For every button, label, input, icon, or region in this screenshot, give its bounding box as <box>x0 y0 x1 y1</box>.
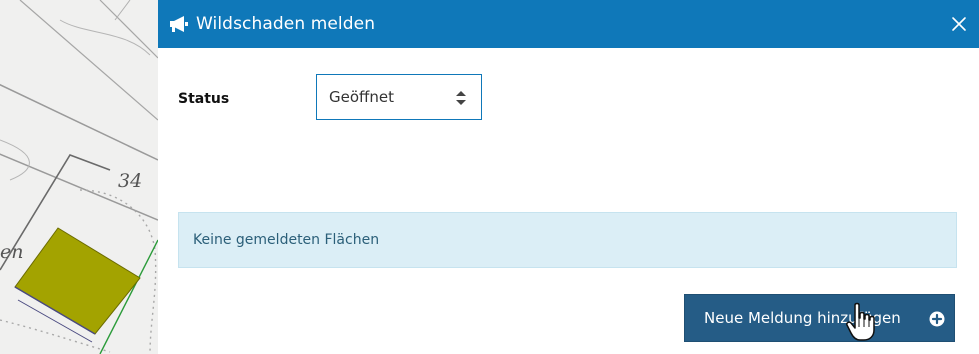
plus-circle-icon <box>929 311 945 327</box>
info-message-box: Keine gemeldeten Flächen <box>178 212 957 268</box>
status-select-value: Geöffnet <box>329 88 394 106</box>
dialog-title: Wildschaden melden <box>196 14 376 34</box>
add-report-button[interactable]: Neue Meldung hinzufügen <box>684 294 955 342</box>
megaphone-icon <box>170 16 188 32</box>
status-select[interactable]: Geöffnet <box>316 74 482 120</box>
add-report-label: Neue Meldung hinzufügen <box>704 309 901 327</box>
map-label-number: 34 <box>118 170 142 192</box>
dialog-titlebar[interactable]: Wildschaden melden <box>158 0 979 48</box>
close-icon[interactable] <box>945 10 973 38</box>
report-dialog: Wildschaden melden Status Geöffnet Keine… <box>158 0 979 354</box>
select-arrows-icon <box>456 91 466 105</box>
map-panel[interactable]: 34 en <box>0 0 159 354</box>
map-canvas[interactable]: 34 en <box>0 0 158 354</box>
map-label-text: en <box>0 241 23 263</box>
status-label: Status <box>178 91 230 107</box>
info-message: Keine gemeldeten Flächen <box>193 232 380 248</box>
